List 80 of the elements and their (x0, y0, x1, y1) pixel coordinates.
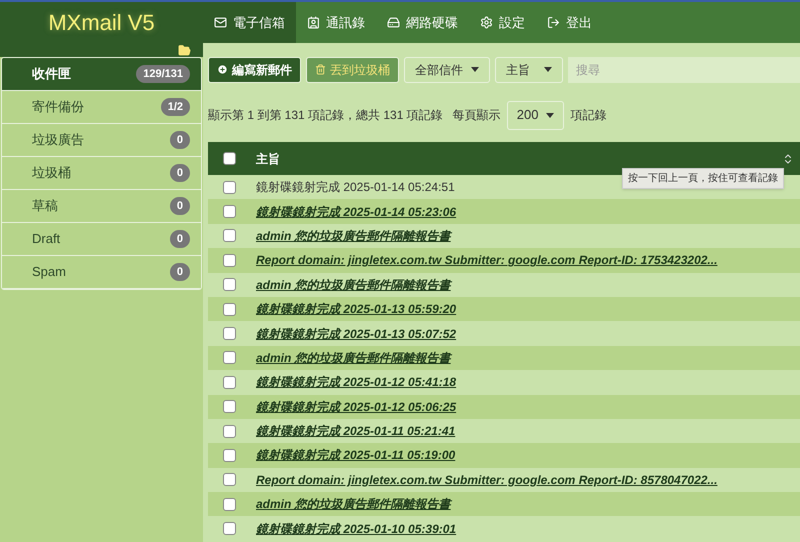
mail-subject[interactable]: Report domain: jingletex.com.tw Submitter: google.com Report-ID: 8578047022... (256, 470, 718, 489)
plus-circle-icon (217, 64, 228, 75)
nav-tab[interactable]: 網路硬碟 (376, 2, 469, 43)
checkbox[interactable] (223, 229, 236, 242)
logout-icon (547, 16, 560, 29)
checkbox[interactable] (223, 498, 236, 511)
folder-name: 草稿 (32, 197, 58, 216)
mail-subject[interactable]: Report domain: jingletex.com.tw Submitter: google.com Report-ID: 1753423202... (256, 251, 718, 270)
checkbox[interactable] (223, 400, 236, 414)
mail-subject[interactable]: 鏡射碟鏡射完成 2025-01-14 05:23:06 (256, 202, 456, 221)
compose-button[interactable]: 編寫新郵件 (208, 56, 301, 82)
nav-tab[interactable]: 電子信箱 (203, 2, 296, 43)
count-badge: 0 (170, 230, 190, 248)
nav-tab[interactable]: 通訊錄 (296, 2, 376, 43)
checkbox[interactable] (223, 278, 236, 292)
checkbox[interactable] (223, 376, 236, 389)
paging-summary: 顯示第 1 到第 131 項記錄，總共 131 項記錄 (208, 107, 443, 124)
checkbox[interactable] (223, 424, 236, 438)
mail-subject[interactable]: 鏡射碟鏡射完成 2025-01-11 05:19:00 (256, 446, 456, 464)
nav-tab[interactable]: 設定 (469, 2, 536, 43)
folder-item[interactable]: 收件匣 129/131 (2, 58, 201, 91)
mail-row[interactable]: 鏡射碟鏡射完成 2025-01-13 05:59:20 (208, 296, 800, 322)
sort-icon[interactable] (782, 152, 794, 164)
count-badge: 1/2 (160, 98, 190, 116)
mail-subject[interactable]: 鏡射碟鏡射完成 2025-01-12 05:41:18 (256, 373, 456, 392)
checkbox[interactable] (223, 152, 236, 165)
caret-icon (546, 112, 554, 118)
caret-icon (544, 67, 552, 72)
mail-subject[interactable]: 鏡射碟鏡射完成 2025-01-13 05:07:52 (256, 324, 456, 343)
drive-icon (387, 16, 400, 29)
mail-row[interactable]: 鏡射碟鏡射完成 2025-01-14 05:23:06 (208, 199, 800, 224)
per-page-label: 每頁顯示 (452, 107, 501, 124)
count-badge: 0 (170, 130, 190, 150)
mail-subject[interactable]: 鏡射碟鏡射完成 2025-01-14 05:24:51 (256, 178, 455, 196)
settings-icon (480, 16, 493, 29)
folder-name: Spam (32, 263, 66, 282)
mail-subject[interactable]: 鏡射碟鏡射完成 2025-01-12 05:06:25 (256, 398, 456, 416)
mail-subject[interactable]: admin 您的垃圾廣告郵件隔離報告書 (256, 348, 451, 367)
mail-row[interactable]: admin 您的垃圾廣告郵件隔離報告書 (208, 492, 800, 516)
logo-text: MXmail V5 (48, 9, 155, 37)
mail-subject[interactable]: 鏡射碟鏡射完成 2025-01-10 05:39:01 (256, 520, 456, 538)
checkbox[interactable] (223, 180, 236, 194)
folder-name: 寄件備份 (32, 98, 84, 116)
per-page-suffix: 項記錄 (570, 107, 606, 124)
contact-card-icon (307, 16, 320, 29)
folder-name: 垃圾廣告 (32, 131, 84, 150)
folder-name: 垃圾桶 (32, 164, 71, 182)
mail-subject[interactable]: admin 您的垃圾廣告郵件隔離報告書 (256, 226, 451, 245)
field-dropdown[interactable]: 主旨 (495, 56, 563, 82)
caret-icon (471, 67, 479, 72)
folder-name: Draft (32, 230, 60, 248)
nav-tab[interactable]: 登出 (536, 2, 603, 43)
mail-subject[interactable]: admin 您的垃圾廣告郵件隔離報告書 (256, 276, 451, 294)
count-badge: 0 (170, 262, 190, 282)
search-field[interactable]: 搜尋 (568, 56, 800, 82)
mail-row[interactable]: admin 您的垃圾廣告郵件隔離報告書 (208, 346, 800, 370)
mail-row[interactable]: 鏡射碟鏡射完成 2025-01-12 05:06:25 (208, 394, 800, 419)
mail-subject[interactable]: 鏡射碟鏡射完成 2025-01-13 05:59:20 (256, 300, 456, 318)
mail-icon (214, 16, 227, 29)
trash-icon (315, 64, 326, 75)
checkbox[interactable] (223, 448, 236, 462)
column-header[interactable]: 主旨 (256, 150, 782, 168)
checkbox[interactable] (223, 473, 236, 486)
checkbox[interactable] (223, 327, 236, 340)
mail-subject[interactable]: 鏡射碟鏡射完成 2025-01-11 05:21:41 (256, 422, 456, 440)
mail-subject[interactable]: admin 您的垃圾廣告郵件隔離報告書 (256, 495, 451, 514)
checkbox[interactable] (223, 205, 236, 218)
count-badge: 0 (170, 196, 190, 216)
checkbox[interactable] (223, 302, 236, 316)
count-badge: 129/131 (136, 64, 190, 84)
checkbox[interactable] (223, 254, 236, 267)
checkbox[interactable] (223, 522, 236, 536)
per-page-dropdown[interactable]: 200 (506, 100, 564, 130)
checkbox[interactable] (223, 351, 236, 364)
folder-name: 收件匣 (32, 65, 71, 84)
mail-row[interactable]: 鏡射碟鏡射完成 2025-01-11 05:19:00 (208, 443, 800, 468)
tooltip: 按一下回上一頁，按住可查看記錄 (622, 168, 784, 189)
mail-row[interactable]: Report domain: jingletex.com.tw Submitter: google.com Report-ID: 1753423202... (208, 248, 800, 273)
filter-dropdown[interactable]: 全部信件 (404, 56, 490, 82)
count-badge: 0 (170, 164, 190, 182)
